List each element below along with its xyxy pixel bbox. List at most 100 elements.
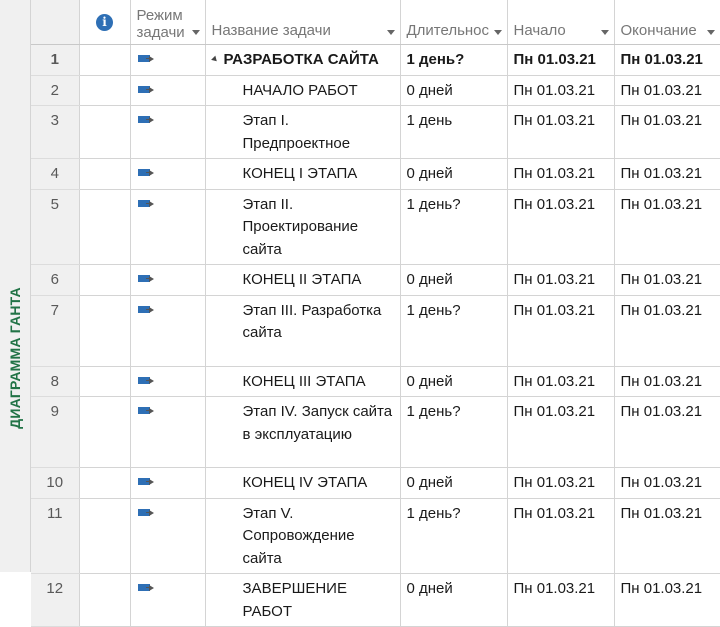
task-start[interactable]: Пн 01.03.21: [507, 158, 615, 190]
task-duration[interactable]: 0 дней: [400, 366, 508, 397]
indicator-cell[interactable]: [79, 44, 131, 76]
row-number[interactable]: 2: [31, 75, 80, 106]
task-name-cell[interactable]: КОНЕЦ IV ЭТАПА: [205, 467, 401, 499]
dropdown-arrow-icon[interactable]: [493, 30, 502, 35]
task-duration[interactable]: 1 день?: [400, 189, 508, 265]
row-number[interactable]: 7: [31, 295, 80, 367]
task-finish[interactable]: Пн 01.03.21: [614, 105, 720, 159]
task-row[interactable]: 1 РАЗРАБОТКА САЙТА 1 день? Пн 01.03.21 Пн 01…: [31, 44, 720, 76]
task-duration[interactable]: 0 дней: [400, 573, 508, 627]
indicator-cell[interactable]: [79, 105, 131, 159]
task-name-cell[interactable]: Этап I. Предпроектное: [205, 105, 401, 159]
task-mode-cell[interactable]: [130, 105, 206, 159]
task-row[interactable]: 2 НАЧАЛО РАБОТ 0 дней Пн 01.03.21 Пн 01.03.2…: [31, 75, 720, 106]
indicator-cell[interactable]: [79, 396, 131, 468]
task-finish[interactable]: Пн 01.03.21: [614, 44, 720, 76]
task-name-cell[interactable]: РАЗРАБОТКА САЙТА: [205, 44, 401, 76]
row-number[interactable]: 10: [31, 467, 80, 499]
task-duration[interactable]: 0 дней: [400, 75, 508, 106]
task-name-cell[interactable]: Этап II. Проектирование сайта: [205, 189, 401, 265]
task-finish[interactable]: Пн 01.03.21: [614, 498, 720, 574]
task-duration[interactable]: 1 день?: [400, 498, 508, 574]
task-row[interactable]: 10 КОНЕЦ IV ЭТАПА 0 дней Пн 01.03.21 Пн 01.0…: [31, 467, 720, 499]
task-duration[interactable]: 1 день?: [400, 44, 508, 76]
task-start[interactable]: Пн 01.03.21: [507, 189, 615, 265]
task-mode-cell[interactable]: [130, 573, 206, 627]
indicator-cell[interactable]: [79, 498, 131, 574]
task-row[interactable]: 5 Этап II. Проектирование сайта 1 день? Пн …: [31, 189, 720, 265]
task-start[interactable]: Пн 01.03.21: [507, 264, 615, 296]
task-mode-cell[interactable]: [130, 189, 206, 265]
dropdown-arrow-icon[interactable]: [600, 30, 609, 35]
row-number[interactable]: 4: [31, 158, 80, 190]
dropdown-arrow-icon[interactable]: [191, 30, 200, 35]
task-mode-cell[interactable]: [130, 44, 206, 76]
task-finish[interactable]: Пн 01.03.21: [614, 189, 720, 265]
task-start[interactable]: Пн 01.03.21: [507, 396, 615, 468]
task-finish[interactable]: Пн 01.03.21: [614, 158, 720, 190]
task-duration[interactable]: 1 день: [400, 105, 508, 159]
task-start[interactable]: Пн 01.03.21: [507, 295, 615, 367]
task-duration[interactable]: 0 дней: [400, 467, 508, 499]
task-start[interactable]: Пн 01.03.21: [507, 44, 615, 76]
task-name-cell[interactable]: Этап III. Разработка сайта: [205, 295, 401, 367]
task-mode-cell[interactable]: [130, 498, 206, 574]
indicator-cell[interactable]: [79, 264, 131, 296]
task-row[interactable]: 8 КОНЕЦ III ЭТАПА 0 дней Пн 01.03.21 Пн 01.0…: [31, 366, 720, 397]
indicator-cell[interactable]: [79, 158, 131, 190]
task-start[interactable]: Пн 01.03.21: [507, 467, 615, 499]
task-mode-cell[interactable]: [130, 467, 206, 499]
row-number[interactable]: 5: [31, 189, 80, 265]
task-row[interactable]: 11 Этап V. Сопровождение сайта 1 день? Пн 0…: [31, 498, 720, 574]
task-name-cell[interactable]: КОНЕЦ I ЭТАПА: [205, 158, 401, 190]
task-start[interactable]: Пн 01.03.21: [507, 75, 615, 106]
row-number[interactable]: 9: [31, 396, 80, 468]
task-start[interactable]: Пн 01.03.21: [507, 366, 615, 397]
task-name-cell[interactable]: КОНЕЦ III ЭТАПА: [205, 366, 401, 397]
indicator-cell[interactable]: [79, 75, 131, 106]
task-mode-cell[interactable]: [130, 158, 206, 190]
indicator-cell[interactable]: [79, 573, 131, 627]
view-bar[interactable]: ДИАГРАММА ГАНТА: [0, 0, 31, 572]
task-name-cell[interactable]: КОНЕЦ II ЭТАПА: [205, 264, 401, 296]
task-finish[interactable]: Пн 01.03.21: [614, 295, 720, 367]
row-number[interactable]: 6: [31, 264, 80, 296]
task-duration[interactable]: 0 дней: [400, 158, 508, 190]
dropdown-arrow-icon[interactable]: [706, 30, 715, 35]
row-number[interactable]: 12: [31, 573, 80, 627]
collapse-icon[interactable]: [210, 55, 219, 63]
task-finish[interactable]: Пн 01.03.21: [614, 396, 720, 468]
task-finish[interactable]: Пн 01.03.21: [614, 366, 720, 397]
task-row[interactable]: 3 Этап I. Предпроектное 1 день Пн 01.03.21 П…: [31, 105, 720, 159]
task-name-cell[interactable]: ЗАВЕРШЕНИЕ РАБОТ: [205, 573, 401, 627]
task-finish[interactable]: Пн 01.03.21: [614, 264, 720, 296]
task-start[interactable]: Пн 01.03.21: [507, 105, 615, 159]
task-row[interactable]: 4 КОНЕЦ I ЭТАПА 0 дней Пн 01.03.21 Пн 01.03.…: [31, 158, 720, 190]
task-finish[interactable]: Пн 01.03.21: [614, 467, 720, 499]
task-row[interactable]: 9 Этап IV. Запуск сайта в эксплуатацию 1 д…: [31, 396, 720, 468]
task-mode-cell[interactable]: [130, 295, 206, 367]
task-name-cell[interactable]: Этап IV. Запуск сайта в эксплуатацию: [205, 396, 401, 468]
task-duration[interactable]: 1 день?: [400, 295, 508, 367]
indicator-cell[interactable]: [79, 366, 131, 397]
indicator-cell[interactable]: [79, 467, 131, 499]
column-header-task-name[interactable]: Название задачи: [205, 0, 401, 45]
row-number[interactable]: 8: [31, 366, 80, 397]
task-row[interactable]: 7 Этап III. Разработка сайта 1 день? Пн 01.…: [31, 295, 720, 367]
column-header-finish[interactable]: Окончание: [614, 0, 720, 45]
indicator-cell[interactable]: [79, 189, 131, 265]
dropdown-arrow-icon[interactable]: [386, 30, 395, 35]
task-name-cell[interactable]: Этап V. Сопровождение сайта: [205, 498, 401, 574]
task-finish[interactable]: Пн 01.03.21: [614, 573, 720, 627]
row-number[interactable]: 1: [31, 44, 80, 76]
task-duration[interactable]: 1 день?: [400, 396, 508, 468]
indicator-cell[interactable]: [79, 295, 131, 367]
task-mode-cell[interactable]: [130, 264, 206, 296]
task-finish[interactable]: Пн 01.03.21: [614, 75, 720, 106]
task-mode-cell[interactable]: [130, 396, 206, 468]
task-mode-cell[interactable]: [130, 75, 206, 106]
task-duration[interactable]: 0 дней: [400, 264, 508, 296]
column-header-task-mode[interactable]: Режим задачи: [130, 0, 206, 45]
task-mode-cell[interactable]: [130, 366, 206, 397]
task-start[interactable]: Пн 01.03.21: [507, 573, 615, 627]
